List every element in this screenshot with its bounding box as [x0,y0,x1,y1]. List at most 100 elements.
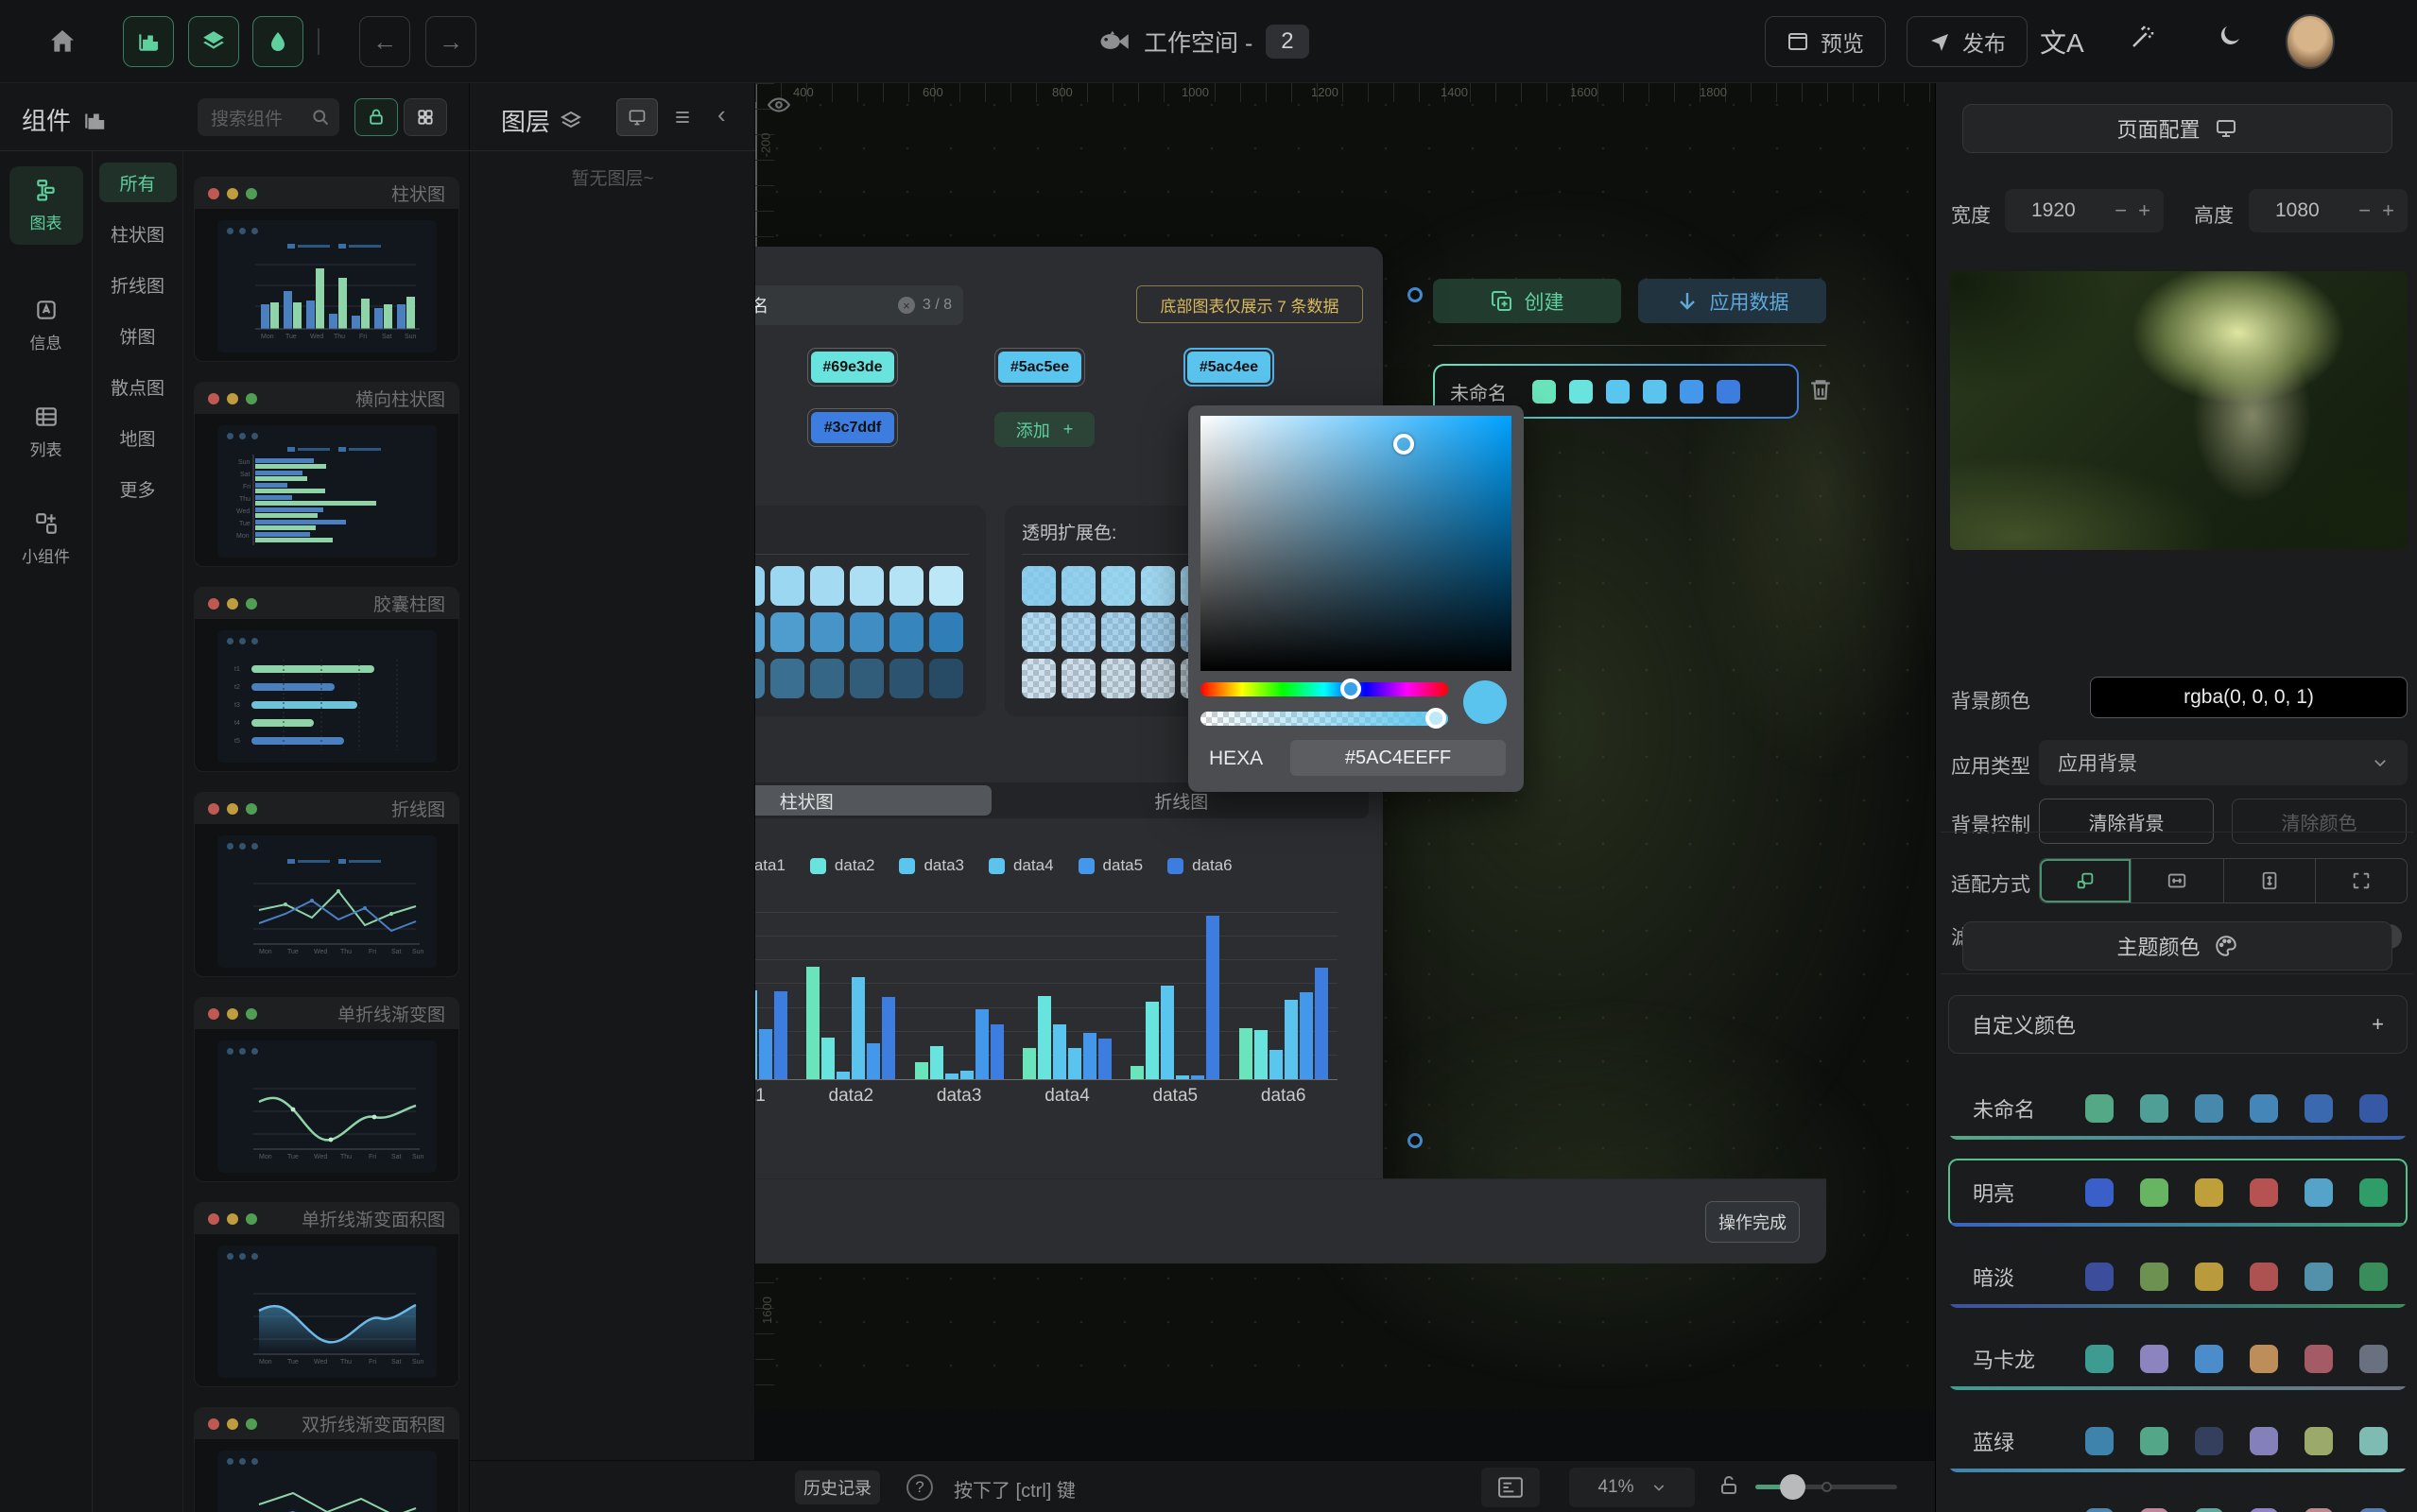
detail-panel-button[interactable] [1481,1468,1540,1507]
component-card-capsule[interactable]: 胶囊柱图 t1t2t3t4t5 [194,587,459,772]
extended-color-swatch[interactable] [850,566,884,606]
bar-data3-data5[interactable] [1161,986,1174,1079]
bar-data1-data2[interactable] [806,967,820,1079]
category-item-4[interactable]: 饼图 [99,316,177,355]
alpha-slider[interactable] [1200,712,1448,726]
create-theme-button[interactable]: 创建 [1433,279,1621,323]
magic-wand-icon[interactable] [2129,23,2157,51]
home-icon[interactable] [46,26,78,57]
collapse-panel-icon[interactable]: ‹ [717,100,726,129]
height-stepper[interactable]: 1080 − + [2249,189,2408,232]
bar-data3-data4[interactable] [1053,1024,1066,1079]
theme-row-partial[interactable] [1948,1491,2408,1512]
selection-handle-top[interactable] [1407,287,1423,302]
width-value[interactable]: 1920 [2018,199,2103,222]
bar-data1-data4[interactable] [1023,1048,1036,1079]
category-item-5[interactable]: 散点图 [99,367,177,406]
theme-row-明亮[interactable]: 明亮 [1948,1159,2408,1227]
plus-icon[interactable]: + [2138,198,2150,223]
bar-data5-data3[interactable] [975,1009,989,1079]
sidebar-tab-widgets[interactable]: 小组件 [9,500,83,578]
clear-color-button[interactable]: 清除颜色 [2232,799,2407,844]
bar-data6-data6[interactable] [1315,968,1328,1079]
apply-data-button[interactable]: 应用数据 [1638,279,1826,323]
bg-color-input[interactable]: rgba(0, 0, 0, 1) [2090,677,2408,718]
apply-type-select[interactable]: 应用背景 [2039,740,2408,785]
bar-data4-data2[interactable] [852,977,865,1079]
history-button[interactable]: 历史记录 [795,1470,880,1504]
help-icon[interactable]: ? [906,1474,933,1501]
color-chip-#3c7ddf[interactable]: #3c7ddf [807,408,898,447]
category-item-3[interactable]: 折线图 [99,265,177,304]
category-item-2[interactable]: 柱状图 [99,214,177,253]
extended-color-swatch[interactable] [929,566,963,606]
transparent-color-swatch[interactable] [1141,659,1175,698]
sidebar-tab-charts[interactable]: 图表 [9,166,83,245]
color-chip-#5ac5ee[interactable]: #5ac5ee [994,348,1085,387]
grid-view-button[interactable] [404,98,447,136]
bar-data6-data2[interactable] [882,997,895,1079]
page-config-header[interactable]: 页面配置 [1962,104,2392,153]
bar-data6-data5[interactable] [1206,916,1219,1079]
transparent-color-swatch[interactable] [1062,612,1096,652]
transparent-color-swatch[interactable] [1022,659,1056,698]
bar-data5-data5[interactable] [1191,1075,1204,1079]
extended-color-swatch[interactable] [770,566,804,606]
transparent-color-swatch[interactable] [1101,659,1135,698]
theme-row-暗淡[interactable]: 暗淡 [1948,1246,2408,1308]
custom-color-row[interactable]: 自定义颜色 + [1948,995,2408,1054]
avatar[interactable] [2286,14,2335,69]
extended-color-swatch[interactable] [850,612,884,652]
legend-item-data2[interactable]: data2 [810,856,875,875]
bar-data4-data5[interactable] [1176,1075,1189,1079]
bar-data2-data4[interactable] [1038,996,1051,1079]
hue-slider[interactable] [1200,682,1448,696]
legend-item-data6[interactable]: data6 [1167,856,1233,875]
category-item-7[interactable]: 更多 [99,469,177,508]
minus-icon[interactable]: − [2358,198,2371,223]
extended-color-swatch[interactable] [889,659,924,698]
transparent-color-swatch[interactable] [1141,566,1175,606]
undo-button[interactable]: ← [359,16,410,67]
publish-button[interactable]: 发布 [1907,16,2028,67]
layers-view-thumbnail-button[interactable] [616,98,658,136]
bar-data5-data2[interactable] [867,1043,880,1079]
component-card-bar[interactable]: 柱状图 MonTueWedThuFriSatSun [194,177,459,362]
extended-color-swatch[interactable] [810,612,844,652]
toolbox-theme-button[interactable] [252,16,303,67]
transparent-color-swatch[interactable] [1062,566,1096,606]
transparent-color-swatch[interactable] [1101,566,1135,606]
alpha-handle[interactable] [1425,708,1446,729]
component-card-line[interactable]: 折线图 MonTueWedThuFriSatSun [194,792,459,977]
bar-data1-data6[interactable] [1239,1028,1252,1079]
add-color-button[interactable]: 添加 + [994,412,1095,447]
hue-handle[interactable] [1340,679,1361,699]
layers-view-list-button[interactable] [662,98,703,136]
theme-colors-header[interactable]: 主题颜色 [1962,921,2392,971]
extended-color-swatch[interactable] [889,566,924,606]
clear-input-icon[interactable]: × [898,297,915,314]
bar-data3-data2[interactable] [837,1072,850,1079]
bar-data3-data3[interactable] [945,1074,958,1079]
bar-data5-data4[interactable] [1083,1033,1096,1079]
bar-data6-data4[interactable] [1098,1039,1112,1079]
preview-button[interactable]: 预览 [1765,16,1886,67]
theme-row-未命名[interactable]: 未命名 [1948,1077,2408,1140]
transparent-color-swatch[interactable] [1022,612,1056,652]
eye-icon[interactable] [767,93,791,117]
legend-item-data3[interactable]: data3 [899,856,964,875]
color-chip-#69e3de[interactable]: #69e3de [807,348,898,387]
extended-color-swatch[interactable] [810,566,844,606]
extended-color-swatch[interactable] [929,612,963,652]
extended-color-swatch[interactable] [850,659,884,698]
extended-color-swatch[interactable] [929,659,963,698]
bar-data6-data3[interactable] [991,1024,1004,1079]
legend-item-data4[interactable]: data4 [989,856,1054,875]
bar-data2-data5[interactable] [1146,1002,1159,1079]
bar-data3-data6[interactable] [1269,1050,1283,1079]
redo-button[interactable]: → [425,16,476,67]
component-card-hbar[interactable]: 横向柱状图 SunSatFriThuWedTueMon [194,382,459,567]
bar-data2-data2[interactable] [821,1038,835,1079]
hexa-input[interactable]: #5AC4EEFF [1290,740,1506,776]
component-card-gradient-area[interactable]: 单折线渐变面积图 MonTueWedThuFriSatSun [194,1202,459,1387]
